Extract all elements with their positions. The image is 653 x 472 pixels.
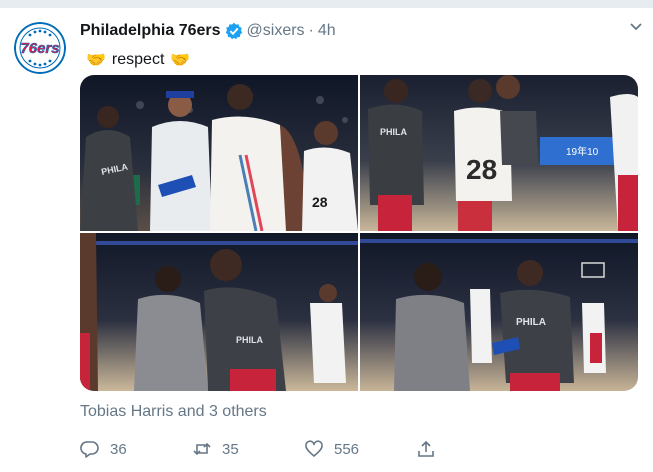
separator-dot: · <box>308 22 314 39</box>
reply-count: 36 <box>110 440 127 458</box>
tagged-users-link[interactable]: Tobias Harris and 3 others <box>80 403 267 421</box>
share-button[interactable] <box>416 439 446 459</box>
chevron-down-icon[interactable] <box>629 22 643 32</box>
like-icon <box>305 440 323 457</box>
tweet-timestamp[interactable]: 4h <box>318 22 336 40</box>
tweet-card[interactable]: 76ers Philadelphia 76ers @sixers · 4h 🤝 … <box>0 8 653 472</box>
svg-text:PHILA: PHILA <box>516 317 546 328</box>
reply-button[interactable]: 36 <box>80 439 192 459</box>
like-count: 556 <box>334 440 360 458</box>
verified-badge-icon <box>225 22 242 40</box>
like-button[interactable]: 556 <box>304 439 416 459</box>
photo-2[interactable]: 19年10 PHILA 28 <box>360 75 638 231</box>
retweet-icon <box>193 442 211 456</box>
svg-text:PHILA: PHILA <box>236 335 264 345</box>
tweet-text: 🤝 respect 🤝 <box>80 50 196 70</box>
tweet-header: Philadelphia 76ers @sixers · 4h <box>80 20 336 42</box>
svg-text:76ers: 76ers <box>20 40 59 57</box>
handshake-emoji-right: 🤝 <box>170 52 191 69</box>
reply-icon <box>80 441 99 458</box>
author-name[interactable]: Philadelphia 76ers <box>80 22 221 40</box>
svg-text:19年10: 19年10 <box>566 145 599 158</box>
svg-text:PHILA: PHILA <box>380 127 408 137</box>
share-icon <box>418 440 434 457</box>
retweet-button[interactable]: 35 <box>192 439 304 459</box>
handshake-emoji-left: 🤝 <box>86 52 106 69</box>
photo-grid: PHILA 28 19年10 PHILA 28 PHILA PHILA <box>80 75 638 391</box>
svg-text:28: 28 <box>312 194 328 210</box>
photo-1[interactable]: PHILA 28 <box>80 75 358 231</box>
76ers-logo: 76ers <box>14 22 66 74</box>
tweet-body: respect <box>111 51 165 68</box>
author-handle[interactable]: @sixers <box>247 22 305 40</box>
retweet-count: 35 <box>222 440 239 458</box>
photo-4[interactable]: PHILA <box>360 233 638 391</box>
tweet-actions: 36 35 556 <box>80 436 446 462</box>
photo-3[interactable]: PHILA <box>80 233 358 391</box>
svg-text:28: 28 <box>466 154 497 185</box>
avatar[interactable]: 76ers <box>14 22 66 74</box>
